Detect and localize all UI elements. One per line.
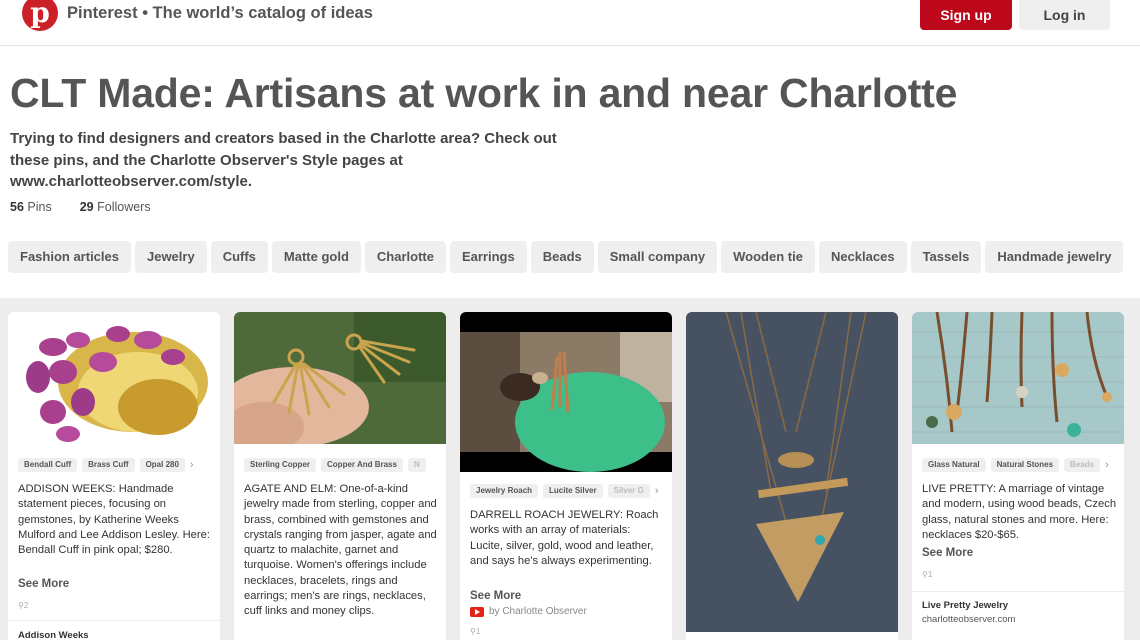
pin-description: AGATE AND ELM: One-of-a-kind jewelry mad… xyxy=(244,483,437,618)
pin-description: ADDISON WEEKS: Handmade statement pieces… xyxy=(18,483,210,557)
pin-source-domain[interactable]: charlotteobserver.com xyxy=(922,614,1015,625)
pin-tag-list: Glass Natural Natural Stones Beads › xyxy=(922,458,1114,472)
pin-card[interactable]: Jewelry Roach Lucite Silver Silver G › D… xyxy=(460,312,672,640)
pin-source[interactable]: Live Pretty Jewelry xyxy=(922,600,1008,611)
filter-chip[interactable]: Matte gold xyxy=(271,241,361,273)
filter-chip[interactable]: Tassels xyxy=(910,241,982,273)
pin-description: DARRELL ROACH JEWELRY: Roach works with … xyxy=(470,509,659,567)
filter-chip[interactable]: Beads xyxy=(530,241,594,273)
filter-chip[interactable]: Cuffs xyxy=(210,241,268,273)
pin-tag[interactable]: Sterling Copper xyxy=(244,458,317,472)
pin-tag[interactable]: Opal 280 xyxy=(139,458,185,472)
pin-card[interactable] xyxy=(686,312,898,640)
pin-tag[interactable]: Copper And Brass xyxy=(321,458,403,472)
site-tagline: Pinterest • The world’s catalog of ideas xyxy=(67,4,373,22)
pin-tag[interactable]: Brass Cuff xyxy=(82,458,135,472)
repin-count: ⚲2 xyxy=(18,601,29,610)
pin-divider xyxy=(912,591,1124,592)
pin-tag[interactable]: Silver G xyxy=(607,484,650,498)
pin-tag[interactable]: Lucite Silver xyxy=(543,484,603,498)
filter-chip[interactable]: Charlotte xyxy=(364,241,446,273)
pin-via[interactable]: by Charlotte Observer xyxy=(470,606,587,617)
filter-chip[interactable]: Small company xyxy=(597,241,718,273)
pin-tag[interactable]: Bendall Cuff xyxy=(18,458,78,472)
board-stats: 56 Pins 29 Followers xyxy=(10,200,151,214)
pin-tag[interactable]: Natural Stones xyxy=(990,458,1060,472)
pin-image-necklaces[interactable] xyxy=(912,312,1124,444)
chevron-right-icon[interactable]: › xyxy=(190,458,194,472)
pin-image-cuff[interactable] xyxy=(8,312,220,444)
filter-chip[interactable]: Wooden tie xyxy=(721,241,815,273)
login-button[interactable]: Log in xyxy=(1019,0,1110,30)
pin-card[interactable]: Bendall Cuff Brass Cuff Opal 280 › ADDIS… xyxy=(8,312,220,640)
pin-tag-list: Sterling Copper Copper And Brass N xyxy=(244,458,436,472)
pin-image-necklace[interactable] xyxy=(686,312,898,632)
repin-count: ⚲1 xyxy=(922,570,933,579)
chevron-right-icon[interactable]: › xyxy=(655,484,659,498)
see-more-link[interactable]: See More xyxy=(922,547,973,559)
see-more-link[interactable]: See More xyxy=(470,590,521,602)
followers-stat[interactable]: 29 Followers xyxy=(80,200,151,214)
filter-chip[interactable]: Earrings xyxy=(449,241,527,273)
pin-tag-list: Jewelry Roach Lucite Silver Silver G › xyxy=(470,484,662,498)
repin-count: ⚲1 xyxy=(470,627,481,636)
pin-tag[interactable]: Glass Natural xyxy=(922,458,986,472)
pin-divider xyxy=(8,620,220,621)
filter-chip[interactable]: Handmade jewelry xyxy=(985,241,1124,273)
pins-stat[interactable]: 56 Pins xyxy=(10,200,52,214)
pin-card[interactable]: Glass Natural Natural Stones Beads › LIV… xyxy=(912,312,1124,640)
youtube-icon xyxy=(470,606,484,617)
board-title: CLT Made: Artisans at work in and near C… xyxy=(10,70,958,116)
site-header: p Pinterest • The world’s catalog of ide… xyxy=(0,0,1140,46)
filter-chip[interactable]: Necklaces xyxy=(818,241,907,273)
chevron-right-icon[interactable]: › xyxy=(1105,458,1109,472)
pin-tag[interactable]: Jewelry Roach xyxy=(470,484,539,498)
pinterest-logo-icon[interactable]: p xyxy=(22,0,58,31)
pin-tag[interactable]: N xyxy=(407,458,426,472)
board-description: Trying to find designers and creators ba… xyxy=(10,130,557,190)
pin-tag-list: Bendall Cuff Brass Cuff Opal 280 › xyxy=(18,458,210,472)
pin-image-video-still[interactable] xyxy=(460,312,672,472)
pin-image-earrings[interactable] xyxy=(234,312,446,444)
filter-chip[interactable]: Fashion articles xyxy=(8,241,131,273)
pin-source[interactable]: Addison Weeks xyxy=(18,630,89,640)
see-more-link[interactable]: See More xyxy=(18,578,69,590)
filter-chip[interactable]: Jewelry xyxy=(134,241,207,273)
pin-description: LIVE PRETTY: A marriage of vintage and m… xyxy=(922,483,1117,541)
pin-card[interactable]: Sterling Copper Copper And Brass N AGATE… xyxy=(234,312,446,640)
pin-tag[interactable]: Beads xyxy=(1064,458,1101,472)
filter-chip-bar: Fashion articles Jewelry Cuffs Matte gol… xyxy=(8,241,1124,273)
signup-button[interactable]: Sign up xyxy=(920,0,1012,30)
